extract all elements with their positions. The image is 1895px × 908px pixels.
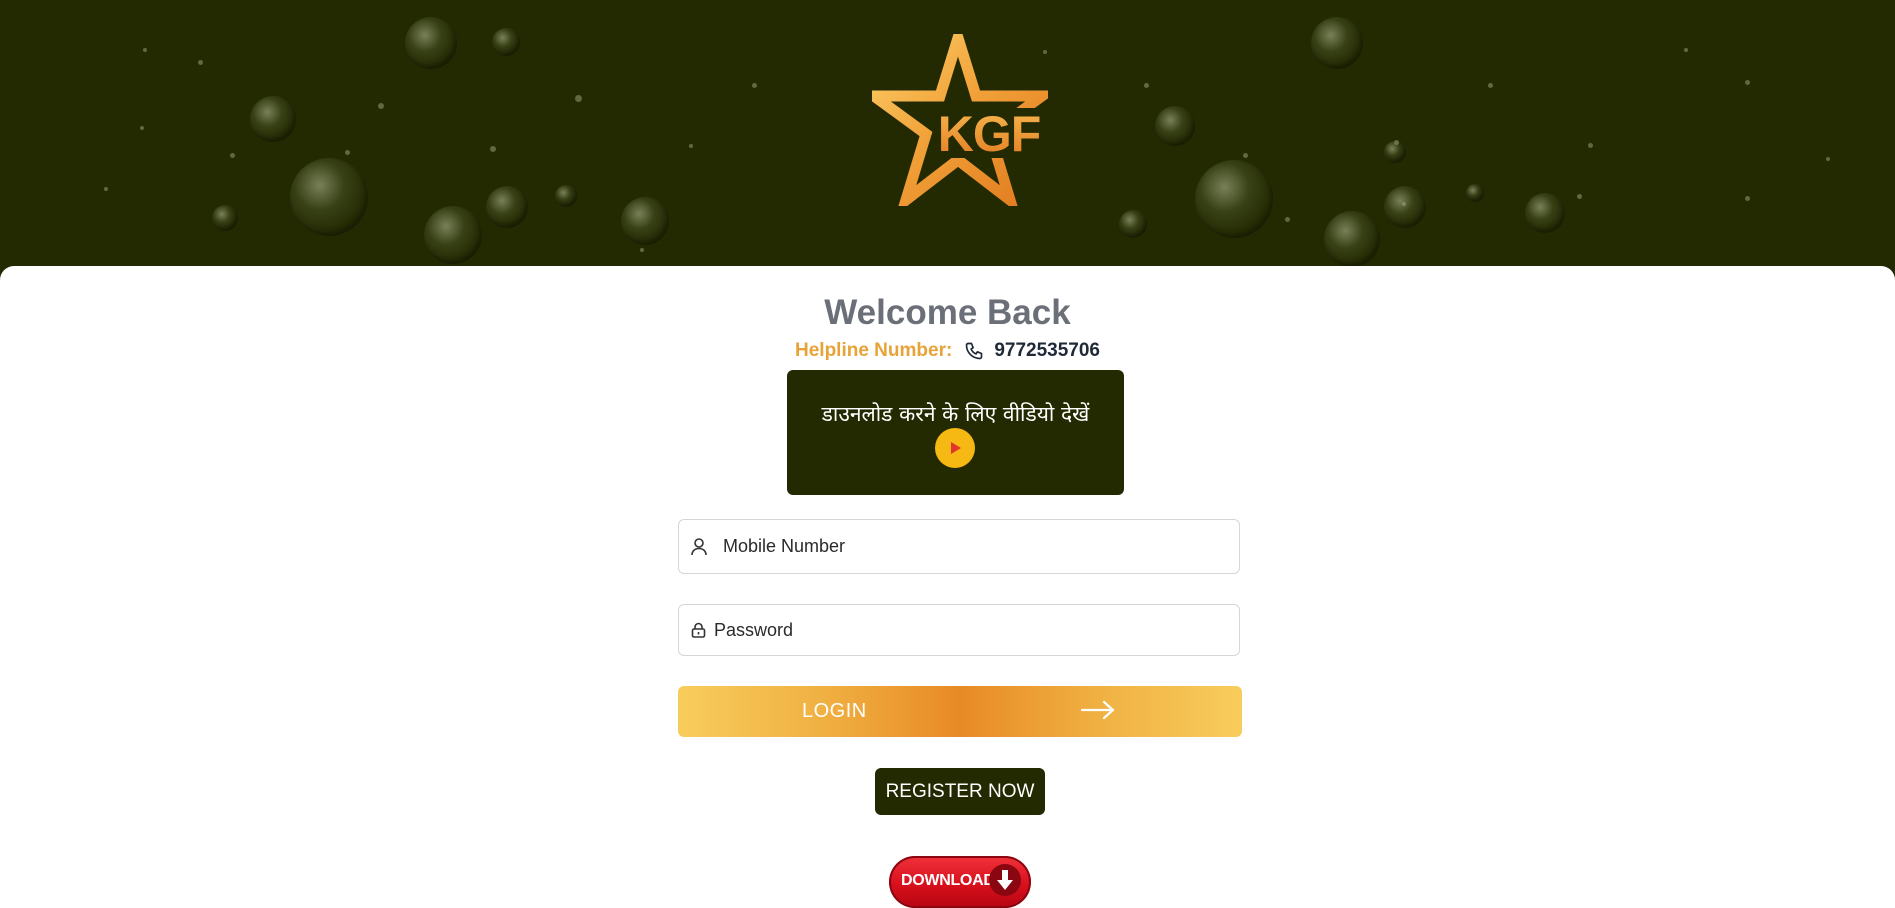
decorative-dot (1243, 153, 1248, 158)
register-now-button[interactable]: REGISTER NOW (875, 768, 1045, 815)
kgf-logo: KGF (872, 34, 1048, 206)
decorative-bubble (555, 185, 577, 207)
decorative-dot (1394, 140, 1399, 145)
decorative-bubble (1195, 160, 1273, 238)
login-button-label: LOGIN (802, 700, 867, 722)
lock-icon (691, 622, 706, 638)
decorative-dot (378, 103, 384, 109)
decorative-dot (640, 248, 644, 252)
password-input[interactable] (712, 604, 1239, 656)
decorative-bubble (405, 17, 457, 69)
decorative-bubble (1525, 193, 1565, 233)
phone-icon (964, 341, 984, 361)
decorative-dot (1684, 48, 1688, 52)
mobile-number-input[interactable] (721, 519, 1239, 574)
decorative-dot (1745, 80, 1750, 85)
download-arrow-icon (989, 864, 1021, 896)
decorative-bubble (621, 197, 669, 245)
password-field[interactable] (678, 604, 1240, 656)
decorative-bubble (486, 186, 528, 228)
decorative-dot (143, 48, 147, 52)
decorative-dot (1285, 217, 1290, 222)
decorative-bubble (424, 206, 482, 264)
helpline-label: Helpline Number: (795, 340, 953, 361)
decorative-dot (689, 144, 693, 148)
arrow-right-icon (1080, 700, 1115, 726)
decorative-dot (1402, 202, 1406, 206)
video-tutorial-card[interactable]: डाउनलोड करने के लिए वीडियो देखें (787, 370, 1124, 495)
user-icon (691, 537, 707, 556)
decorative-dot (345, 150, 350, 155)
login-button[interactable]: LOGIN (678, 686, 1242, 737)
decorative-bubble (1324, 211, 1380, 267)
decorative-bubble (492, 28, 520, 56)
decorative-dot (490, 146, 496, 152)
decorative-bubble (1155, 106, 1195, 146)
decorative-dot (1577, 194, 1582, 199)
download-button-label: DOWNLOAD (901, 872, 995, 889)
decorative-bubble (290, 158, 368, 236)
decorative-bubble (212, 205, 238, 231)
decorative-dot (1144, 83, 1149, 88)
decorative-bubble (1311, 17, 1363, 69)
play-icon[interactable] (935, 428, 975, 468)
decorative-bubble (1384, 186, 1426, 228)
decorative-dot (1745, 196, 1750, 201)
decorative-dot (1826, 157, 1830, 161)
decorative-dot (230, 153, 235, 158)
page-title: Welcome Back (824, 293, 1071, 332)
decorative-dot (198, 60, 203, 65)
decorative-dot (1588, 143, 1593, 148)
download-button[interactable]: DOWNLOAD (889, 856, 1031, 908)
decorative-bubble (1119, 210, 1147, 238)
decorative-dot (752, 83, 757, 88)
decorative-dot (575, 95, 582, 102)
decorative-bubble (250, 96, 296, 142)
helpline-row: Helpline Number: 9772535706 (0, 340, 1895, 362)
mobile-number-field[interactable] (678, 519, 1240, 574)
decorative-dot (104, 187, 108, 191)
helpline-number[interactable]: 9772535706 (994, 340, 1100, 362)
decorative-dot (140, 126, 144, 130)
decorative-dot (1488, 83, 1493, 88)
decorative-bubble (1466, 184, 1484, 202)
kgf-logo-text: KGF (938, 106, 1041, 162)
header-banner: KGF (0, 0, 1895, 290)
video-tutorial-text: डाउनलोड करने के लिए वीडियो देखें (821, 402, 1090, 426)
